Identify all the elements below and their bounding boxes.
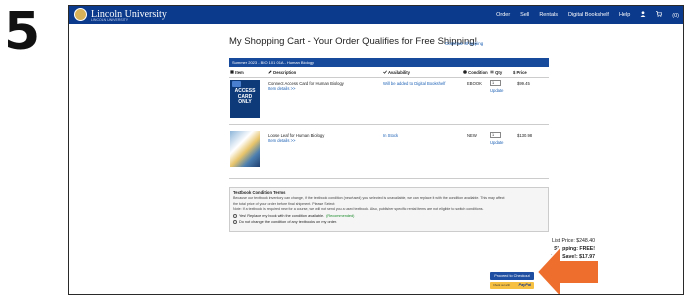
book-icon <box>230 70 234 74</box>
cart-count: (0) <box>672 13 679 19</box>
description-column-header: Description <box>268 70 296 75</box>
nav-link-rentals[interactable]: Rentals <box>539 12 558 18</box>
item-price: $99.45 <box>517 81 530 86</box>
recommended-label: (Recommended) <box>326 213 355 218</box>
proceed-to-checkout-button[interactable]: Proceed to Checkout <box>490 272 534 280</box>
pencil-icon <box>268 70 272 74</box>
terms-text: the total price of your order before fin… <box>233 201 336 206</box>
step-number: 5 <box>4 2 41 62</box>
university-seal-icon <box>74 8 87 21</box>
condition-value: NEW <box>467 133 477 138</box>
info-icon <box>463 70 467 74</box>
item-details-link[interactable]: Item details >> <box>268 138 295 143</box>
divider <box>229 178 549 179</box>
availability-status: Will be added to Digital Bookshelf <box>383 81 446 86</box>
stack-icon <box>490 70 494 74</box>
item-price: $130.98 <box>517 133 533 138</box>
paypal-checkout-button[interactable]: Check out with PayPal <box>490 282 534 289</box>
cart-link[interactable]: (0) <box>656 11 679 19</box>
keep-condition-option[interactable]: Do not change the condition of any textb… <box>233 219 545 224</box>
course-header: Summer 2023 - BIO 101 01A - Human Biolog… <box>229 58 549 67</box>
price-column-header: $ Price <box>513 70 527 75</box>
nav-link-help[interactable]: Help <box>619 12 630 18</box>
update-qty-link[interactable]: Update <box>490 140 504 145</box>
divider <box>229 124 549 125</box>
qty-column-header: Qty <box>490 70 502 75</box>
nav-link-order[interactable]: Order <box>496 12 510 18</box>
terms-note: Note: If a textbook is required new for … <box>233 207 484 212</box>
radio-button[interactable] <box>233 213 237 218</box>
cover-stripe <box>232 81 241 87</box>
condition-value: EBOOK <box>467 81 482 86</box>
item-details-link[interactable]: Item details >> <box>268 86 295 91</box>
nav-links: Order Sell Rentals Digital Bookshelf Hel… <box>486 6 679 24</box>
brand-subtitle: LINCOLN UNIVERSITY <box>91 18 129 22</box>
check-icon <box>383 70 387 74</box>
top-nav-bar: Lincoln University LINCOLN UNIVERSITY Or… <box>69 6 683 24</box>
cart-icon <box>656 11 663 17</box>
user-icon[interactable] <box>640 11 646 19</box>
qty-select[interactable]: 1 <box>490 80 501 86</box>
page-title: My Shopping Cart - Your Order Qualifies … <box>229 36 478 47</box>
browser-screenshot: Lincoln University LINCOLN UNIVERSITY Or… <box>68 5 684 295</box>
divider <box>229 77 549 78</box>
radio-button[interactable] <box>233 219 237 224</box>
availability-column-header: Availability <box>383 70 410 75</box>
nav-link-digital-bookshelf[interactable]: Digital Bookshelf <box>568 12 609 18</box>
continue-shopping-link[interactable]: Continue Shopping <box>445 41 483 46</box>
paypal-logo: PayPal <box>518 283 531 287</box>
update-qty-link[interactable]: Update <box>490 88 504 93</box>
replace-condition-option[interactable]: Yes! Replace my book with the condition … <box>233 213 545 218</box>
orange-arrow-annotation <box>537 243 600 294</box>
terms-text: Because our textbook inventory can chang… <box>233 196 505 200</box>
availability-status: In Stock <box>383 133 399 138</box>
nav-link-sell[interactable]: Sell <box>520 12 529 18</box>
qty-select[interactable]: 1 <box>490 132 501 138</box>
item-column-header: Item <box>230 70 244 75</box>
condition-terms-box: Textbook Condition Terms Because our tex… <box>229 187 549 232</box>
loose-leaf-cover-image[interactable] <box>230 131 260 167</box>
condition-column-header: Condition <box>463 70 488 75</box>
terms-title: Textbook Condition Terms <box>233 190 286 195</box>
